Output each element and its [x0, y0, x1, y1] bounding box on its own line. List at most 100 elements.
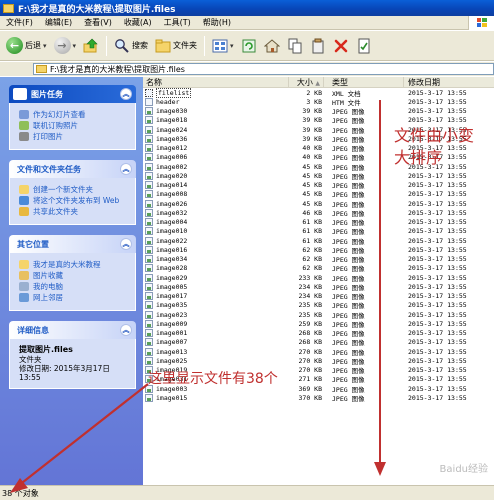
file-name: image017 [156, 292, 188, 301]
forward-button[interactable]: → ▾ [52, 35, 79, 57]
refresh-button[interactable] [239, 35, 259, 57]
views-button[interactable]: ▾ [210, 35, 236, 57]
file-row[interactable]: image016 62 KB JPEG 图像 2015-3-17 13:55 [143, 245, 494, 255]
file-row[interactable]: image008 45 KB JPEG 图像 2015-3-17 13:55 [143, 190, 494, 199]
column-name-header[interactable]: 名称 [143, 77, 289, 88]
menu-bar: 文件(F) 编辑(E) 查看(V) 收藏(A) 工具(T) 帮助(H) [0, 15, 494, 30]
collapse-chevron-icon[interactable]: ︽ [120, 88, 132, 100]
menu-help[interactable]: 帮助(H) [197, 17, 237, 28]
properties-button[interactable] [354, 35, 374, 57]
task-order-prints[interactable]: 联机订购照片 [19, 121, 129, 130]
file-date: 2015-3-17 13:55 [408, 292, 467, 301]
file-row[interactable]: image015 370 KB JPEG 图像 2015-3-17 13:55 [143, 393, 494, 403]
menu-view[interactable]: 查看(V) [78, 17, 118, 28]
collapse-chevron-icon[interactable]: ︽ [120, 238, 132, 250]
move-to-button[interactable] [285, 35, 305, 57]
file-name-cell: image017 [143, 292, 289, 301]
file-name-cell: image034 [143, 255, 289, 264]
place-my-computer[interactable]: 我的电脑 [19, 282, 129, 291]
file-name-cell: image013 [143, 347, 289, 356]
forward-dropdown-icon[interactable]: ▾ [73, 42, 77, 50]
file-date: 2015-3-17 13:55 [408, 329, 467, 338]
back-dropdown-icon[interactable]: ▾ [43, 42, 47, 50]
folders-button[interactable]: 文件夹 [153, 35, 199, 57]
file-row[interactable]: image026 45 KB JPEG 图像 2015-3-17 13:55 [143, 199, 494, 209]
file-size: 40 KB [302, 144, 322, 153]
file-name: image014 [156, 181, 188, 190]
file-row[interactable]: image032 46 KB JPEG 图像 2015-3-17 13:55 [143, 208, 494, 218]
printer-icon [19, 132, 29, 141]
jpeg-file-icon [145, 125, 153, 134]
file-size: 270 KB [298, 366, 322, 375]
menu-edit[interactable]: 编辑(E) [39, 17, 78, 28]
file-name-cell: image022 [143, 236, 289, 245]
address-input[interactable]: F:\我才是真的大米教程\提取图片.files [33, 63, 494, 75]
home-button[interactable] [262, 35, 282, 57]
file-size: 39 KB [302, 107, 322, 116]
menu-tools[interactable]: 工具(T) [158, 17, 197, 28]
details-header[interactable]: 详细信息 ︽ [9, 321, 136, 339]
file-name-cell: image032 [143, 208, 289, 217]
collapse-chevron-icon[interactable]: ︽ [120, 163, 132, 175]
back-button[interactable]: ← 后退 ▾ [4, 35, 49, 57]
back-label: 后退 [25, 41, 41, 50]
place-network[interactable]: 网上邻居 [19, 293, 129, 302]
file-row[interactable]: image014 45 KB JPEG 图像 2015-3-17 13:55 [143, 181, 494, 190]
file-row[interactable]: image007 268 KB JPEG 图像 2015-3-17 13:55 [143, 338, 494, 347]
file-row[interactable]: image020 45 KB JPEG 图像 2015-3-17 13:55 [143, 171, 494, 181]
file-row[interactable]: image035 235 KB JPEG 图像 2015-3-17 13:55 [143, 301, 494, 310]
details-kind: 文件夹 [19, 355, 42, 364]
file-row[interactable]: image034 62 KB JPEG 图像 2015-3-17 13:55 [143, 255, 494, 264]
file-row[interactable]: image010 61 KB JPEG 图像 2015-3-17 13:55 [143, 227, 494, 236]
task-new-folder[interactable]: 创建一个新文件夹 [19, 185, 129, 194]
column-type-header[interactable]: 类型 [324, 77, 404, 88]
file-row[interactable]: image029 233 KB JPEG 图像 2015-3-17 13:55 [143, 273, 494, 283]
file-row[interactable]: image028 62 KB JPEG 图像 2015-3-17 13:55 [143, 264, 494, 273]
file-name: image020 [156, 171, 188, 180]
delete-button[interactable] [331, 35, 351, 57]
task-publish-web[interactable]: 将这个文件夹发布到 Web [19, 196, 129, 205]
jpeg-file-icon [145, 264, 153, 273]
views-dropdown-icon[interactable]: ▾ [230, 42, 234, 50]
file-row[interactable]: filelist 2 KB XML 文档 2015-3-17 13:55 [143, 87, 494, 98]
file-row[interactable]: image030 39 KB JPEG 图像 2015-3-17 13:55 [143, 107, 494, 116]
up-folder-button[interactable] [81, 35, 101, 57]
file-row[interactable]: image013 270 KB JPEG 图像 2015-3-17 13:55 [143, 347, 494, 357]
file-tasks-header[interactable]: 文件和文件夹任务 ︽ [9, 160, 136, 178]
file-row[interactable]: image017 234 KB JPEG 图像 2015-3-17 13:55 [143, 292, 494, 301]
file-row[interactable]: image001 268 KB JPEG 图像 2015-3-17 13:55 [143, 329, 494, 338]
file-row[interactable]: image004 61 KB JPEG 图像 2015-3-17 13:55 [143, 218, 494, 227]
details-panel: 详细信息 ︽ 提取图片.files 文件夹 修改日期: 2015年3月17日 1… [9, 321, 136, 389]
collapse-chevron-icon[interactable]: ︽ [120, 324, 132, 336]
file-name-cell: image001 [143, 329, 289, 338]
file-name: image022 [156, 236, 188, 245]
file-row[interactable]: image005 234 KB JPEG 图像 2015-3-17 13:55 [143, 282, 494, 292]
jpeg-file-icon [145, 153, 153, 162]
file-size: 39 KB [302, 116, 322, 125]
column-size-header[interactable]: 大小 ▲ [289, 77, 324, 88]
task-slideshow[interactable]: 作为幻灯片查看 [19, 110, 129, 119]
file-row[interactable]: header 3 KB HTM 文件 2015-3-17 13:55 [143, 97, 494, 107]
file-date: 2015-3-17 13:55 [408, 116, 467, 125]
file-row[interactable]: image025 270 KB JPEG 图像 2015-3-17 13:55 [143, 356, 494, 366]
other-places-header[interactable]: 其它位置 ︽ [9, 235, 136, 253]
place-my-pictures[interactable]: 图片收藏 [19, 271, 129, 280]
jpeg-file-icon [145, 107, 153, 116]
file-row[interactable]: image022 61 KB JPEG 图像 2015-3-17 13:55 [143, 236, 494, 246]
file-row[interactable]: image023 235 KB JPEG 图像 2015-3-17 13:55 [143, 310, 494, 320]
file-row[interactable]: image009 259 KB JPEG 图像 2015-3-17 13:55 [143, 319, 494, 329]
file-name: image026 [156, 199, 188, 208]
address-value: F:\我才是真的大米教程\提取图片.files [50, 64, 185, 74]
up-folder-icon [83, 38, 99, 54]
place-parent-folder[interactable]: 我才是真的大米教程 [19, 260, 129, 269]
menu-file[interactable]: 文件(F) [0, 17, 39, 28]
file-size: 45 KB [302, 162, 322, 171]
column-date-header[interactable]: 修改日期 [404, 77, 494, 88]
menu-favorites[interactable]: 收藏(A) [118, 17, 158, 28]
search-button[interactable]: 搜索 [112, 35, 150, 57]
task-print[interactable]: 打印图片 [19, 132, 129, 141]
copy-to-button[interactable] [308, 35, 328, 57]
file-row[interactable]: image018 39 KB JPEG 图像 2015-3-17 13:55 [143, 116, 494, 125]
picture-tasks-header[interactable]: 图片任务 ︽ [9, 85, 136, 103]
task-share-folder[interactable]: 共享此文件夹 [19, 207, 129, 216]
